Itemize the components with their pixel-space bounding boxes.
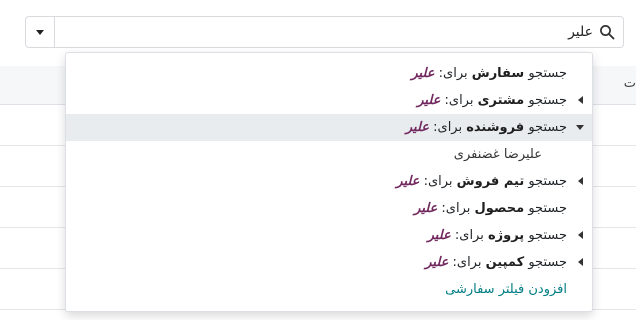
- search-term: علیر: [425, 255, 449, 270]
- search-icon: [600, 25, 615, 40]
- field-name: تیم فروش: [456, 174, 525, 189]
- caret-left-icon[interactable]: [578, 177, 583, 185]
- search-options-toggle[interactable]: [25, 16, 55, 48]
- search-option-salesperson[interactable]: جستجو فروشنده برای: علیر: [66, 114, 592, 141]
- column-header: ت: [623, 76, 636, 91]
- field-name: محصول: [474, 201, 525, 216]
- field-name: پروژه: [487, 228, 525, 243]
- caret-left-icon[interactable]: [578, 258, 583, 266]
- search-term: علیر: [405, 120, 429, 135]
- caret-left-icon[interactable]: [578, 231, 583, 239]
- search-term: علیر: [396, 174, 420, 189]
- caret-down-icon[interactable]: [576, 125, 584, 130]
- search-term: علیر: [417, 93, 441, 108]
- search-suboption-salesperson[interactable]: علیرضا غضنفری: [66, 141, 592, 168]
- search-box[interactable]: [54, 16, 624, 48]
- search-autocomplete-dropdown: جستجو سفارش برای: علیر جستجو مشتری برای:…: [65, 52, 593, 312]
- search-option-customer[interactable]: جستجو مشتری برای: علیر: [66, 87, 592, 114]
- field-name: مشتری: [477, 93, 525, 108]
- search-option-project[interactable]: جستجو پروژه برای: علیر: [66, 222, 592, 249]
- search-option-sales-team[interactable]: جستجو تیم فروش برای: علیر: [66, 168, 592, 195]
- field-name: سفارش: [471, 66, 525, 81]
- caret-left-icon[interactable]: [578, 96, 583, 104]
- caret-down-icon: [36, 29, 44, 35]
- search-option-campaign[interactable]: جستجو کمپین برای: علیر: [66, 249, 592, 276]
- search-bar: [25, 16, 624, 48]
- search-term: علیر: [414, 201, 438, 216]
- field-name: فروشنده: [466, 120, 525, 135]
- add-custom-filter-label: افزودن فیلتر سفارشی: [445, 282, 567, 297]
- search-term: علیر: [411, 66, 435, 81]
- search-option-product[interactable]: جستجو محصول برای: علیر: [66, 195, 592, 222]
- field-name: کمپین: [485, 255, 525, 270]
- suboption-label: علیرضا غضنفری: [453, 147, 542, 162]
- search-option-order[interactable]: جستجو سفارش برای: علیر: [66, 60, 592, 87]
- add-custom-filter-link[interactable]: افزودن فیلتر سفارشی: [66, 276, 592, 303]
- search-input[interactable]: [73, 17, 593, 47]
- search-term: علیر: [427, 228, 451, 243]
